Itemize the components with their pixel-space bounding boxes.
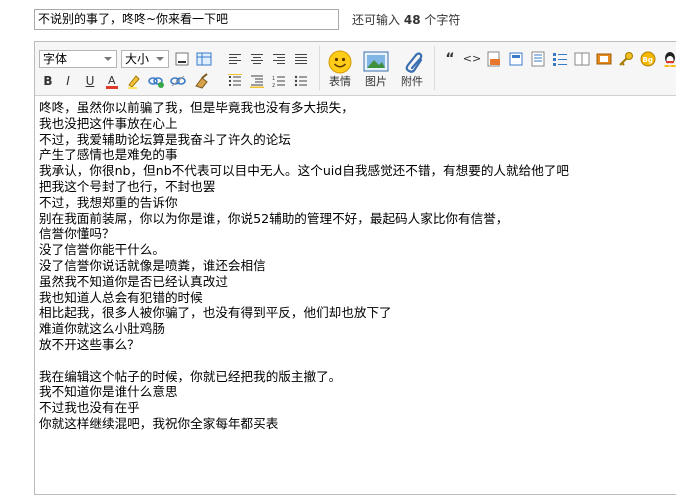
- emoticon-button[interactable]: 表情: [323, 49, 357, 93]
- hide-content-icon[interactable]: [507, 50, 525, 68]
- italic-button[interactable]: I: [59, 72, 77, 90]
- align-right-icon[interactable]: [270, 50, 288, 68]
- page-break-icon[interactable]: [529, 50, 547, 68]
- post-body-textarea[interactable]: 咚咚，虽然你以前骗了我，但是毕竟我也没有多大损失， 我也没把这件事放在心上 不过，我…: [35, 96, 676, 494]
- attachment-button[interactable]: 附件: [395, 49, 429, 93]
- table-icon[interactable]: [195, 50, 213, 68]
- image-button[interactable]: 图片: [359, 49, 393, 93]
- post-body-line: 相比起我，很多人被你骗了，也没有得到平反，他们却也放下了: [39, 305, 392, 321]
- image-icon: [363, 51, 389, 72]
- image-label: 图片: [365, 75, 387, 88]
- indent-icon[interactable]: [248, 72, 266, 90]
- post-body-line: 产生了感情也是难免的事: [39, 147, 178, 163]
- media-icon[interactable]: [595, 50, 613, 68]
- toolbar-separator: [434, 46, 435, 90]
- align-justify-icon[interactable]: [292, 50, 310, 68]
- paperclip-icon: [405, 52, 423, 73]
- font-size-select[interactable]: 大小: [121, 50, 169, 68]
- background-music-icon[interactable]: Bg: [639, 50, 657, 68]
- toolbar-separator: [319, 46, 320, 90]
- svg-text:1: 1: [272, 76, 275, 82]
- remove-link-icon[interactable]: [169, 72, 187, 90]
- align-center-icon[interactable]: [248, 50, 266, 68]
- code-button[interactable]: <>: [463, 50, 481, 68]
- post-body-line: 难道你就这么小肚鸡肠: [39, 321, 165, 337]
- post-body-line: 不过我也没有在乎: [39, 400, 140, 416]
- clear-format-icon[interactable]: [193, 72, 211, 90]
- post-body-line: 我也知道人总会有犯错的时候: [39, 289, 203, 305]
- chevron-down-icon: [156, 57, 164, 61]
- post-body-line: 我承认，你很nb，但nb不代表可以目中无人。这个uid自我感觉还不错，有想要的人…: [39, 163, 569, 179]
- svg-text:2: 2: [272, 83, 275, 88]
- post-body-line: 我不知道你是谁什么意思: [39, 384, 178, 400]
- post-body-line: 我也没把这件事放在心上: [39, 115, 178, 131]
- svg-text:Bg: Bg: [643, 56, 653, 64]
- underline-button[interactable]: U: [81, 72, 99, 90]
- key-icon[interactable]: [617, 50, 635, 68]
- numbered-list-icon[interactable]: 12: [270, 72, 288, 90]
- font-color-icon[interactable]: A: [103, 72, 121, 90]
- post-body-line: 不过，我爱辅助论坛算是我奋斗了许久的论坛: [39, 131, 291, 147]
- post-body-line: 我在编辑这个帖子的时候，你就已经把我的版主撤了。: [39, 368, 342, 384]
- bold-button[interactable]: B: [39, 72, 57, 90]
- font-family-select-label: 字体: [43, 52, 68, 66]
- post-title-input[interactable]: 不说别的事了，咚咚~你来看一下吧: [34, 9, 339, 30]
- post-body-line: 信誉你懂吗？: [39, 226, 115, 242]
- post-body-line: 不过，我想郑重的告诉你: [39, 194, 178, 210]
- smiley-icon: [328, 50, 352, 74]
- font-size-select-label: 大小: [125, 52, 150, 66]
- post-body-line: 咚咚，虽然你以前骗了我，但是毕竟我也没有多大损失，: [39, 100, 354, 115]
- post-body-line: 放不开这些事么？: [39, 336, 140, 352]
- bulleted-list-icon[interactable]: [292, 72, 310, 90]
- insert-link-icon[interactable]: [147, 72, 165, 90]
- highlight-icon[interactable]: [125, 72, 143, 90]
- editor-toolbar: 字体 大小 B I U A 1 2 表情 图片 附件 “ <> Bg: [35, 42, 676, 96]
- char-counter: 还可输入 48 个字符: [352, 13, 460, 28]
- qq-icon[interactable]: [661, 50, 676, 68]
- post-body-line: 虽然我不知道你是否已经认真改过: [39, 273, 228, 289]
- post-body-line: [39, 353, 672, 369]
- post-body-line: 没了信誉你说话就像是喷粪，谁还会相信: [39, 257, 266, 273]
- post-body-line: 没了信誉你能干什么。: [39, 242, 165, 258]
- post-body-line: 把我这个号封了也行，不封也罢: [39, 178, 216, 194]
- text-color-icon[interactable]: [173, 50, 191, 68]
- post-body-line: 别在我面前装屌，你以为你是谁，你说52辅助的管理不好，最起码人家比你有信誉，: [39, 210, 509, 226]
- emoticon-label: 表情: [329, 75, 351, 88]
- char-counter-count: 48: [403, 13, 421, 27]
- attachment-label: 附件: [401, 75, 423, 88]
- ordered-list-icon[interactable]: [226, 72, 244, 90]
- char-counter-suffix: 个字符: [424, 13, 461, 27]
- chevron-down-icon: [104, 57, 112, 61]
- quote-button[interactable]: “: [441, 50, 459, 68]
- align-left-icon[interactable]: [226, 50, 244, 68]
- rich-text-editor: 字体 大小 B I U A 1 2 表情 图片 附件 “ <> Bg 咚咚，虽然…: [34, 41, 676, 495]
- svg-text:A: A: [108, 74, 116, 87]
- flash-icon[interactable]: [573, 50, 591, 68]
- char-counter-prefix: 还可输入: [352, 13, 401, 27]
- free-icon[interactable]: [485, 50, 503, 68]
- font-family-select[interactable]: 字体: [39, 50, 117, 68]
- post-body-line: 你就这样继续混吧，我祝你全家每年都买表: [39, 415, 279, 431]
- index-icon[interactable]: [551, 50, 569, 68]
